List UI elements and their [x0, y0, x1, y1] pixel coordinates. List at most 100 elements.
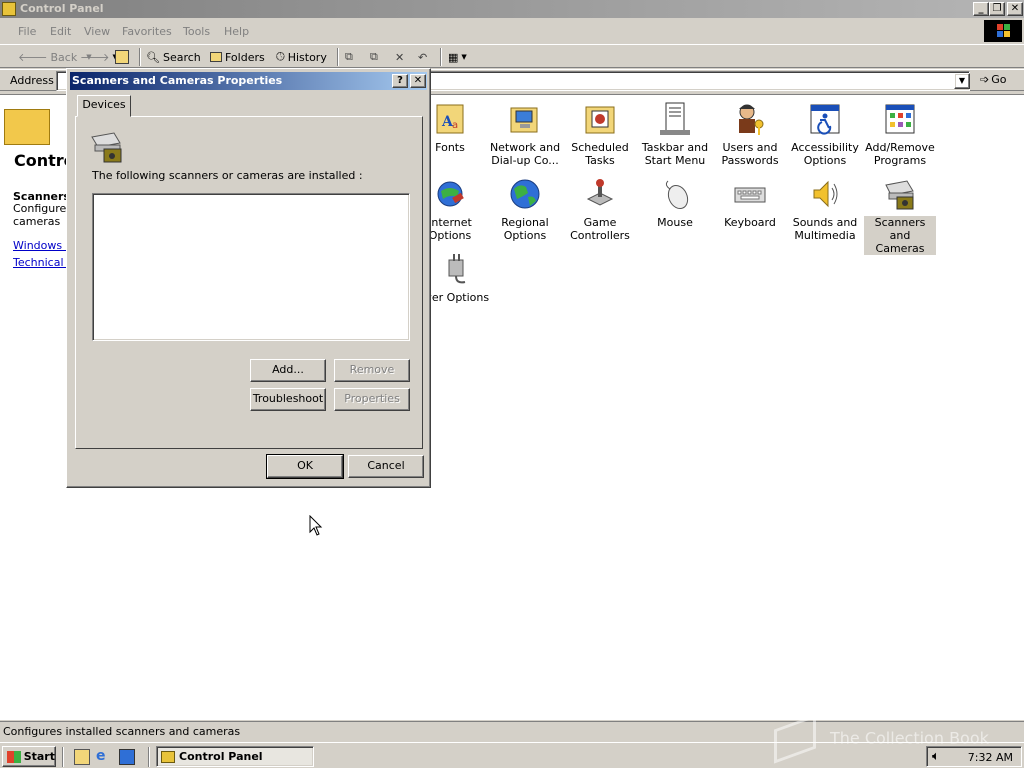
technical-support-link[interactable]: Technical S: [13, 256, 69, 269]
cp-item-label: Scanners and Cameras: [864, 216, 936, 255]
scanner-icon: [883, 177, 917, 211]
start-button[interactable]: Start: [2, 746, 56, 767]
menu-help[interactable]: Help: [224, 25, 249, 38]
cp-item-label: Game Controllers: [570, 216, 630, 242]
windows-update-link[interactable]: Windows U: [13, 239, 69, 252]
cp-item-network[interactable]: Network and Dial-up Co...: [489, 102, 561, 167]
internet-options-icon: [433, 177, 467, 211]
scanners-cameras-properties-dialog: Scanners and Cameras Properties ? ✕ Devi…: [66, 68, 431, 488]
cp-item-regional[interactable]: Regional Options: [489, 177, 561, 242]
webview-left-panel: Contro Scanners Configures cameras Windo…: [0, 95, 75, 720]
internet-explorer-icon[interactable]: e: [96, 749, 112, 765]
dialog-title: Scanners and Cameras Properties: [72, 74, 283, 87]
menu-bar: File Edit View Favorites Tools Help: [0, 20, 1024, 42]
folders-button[interactable]: Folders: [210, 49, 265, 65]
cp-item-sounds[interactable]: Sounds and Multimedia: [789, 177, 861, 242]
control-panel-folder-icon: [4, 109, 50, 145]
help-button[interactable]: ?: [392, 74, 408, 88]
cp-item-users[interactable]: Users and Passwords: [714, 102, 786, 167]
chevron-down-icon: ▼: [461, 53, 467, 61]
undo-icon: ↶: [418, 50, 428, 64]
taskbar-separator: [148, 747, 150, 767]
ok-button[interactable]: OK: [266, 454, 344, 479]
forward-arrow-icon: 🡒: [80, 51, 110, 64]
cp-item-accessibility[interactable]: Accessibility Options: [789, 102, 861, 167]
accessibility-icon: [808, 102, 842, 136]
svg-text:a: a: [452, 120, 458, 131]
troubleshoot-button[interactable]: Troubleshoot: [250, 388, 326, 411]
cp-item-scheduled-tasks[interactable]: Scheduled Tasks: [564, 102, 636, 167]
toolbar-separator: [440, 48, 442, 66]
go-button[interactable]: ➩ Go: [980, 73, 1006, 86]
add-button[interactable]: Add...: [250, 359, 326, 382]
cp-item-mouse[interactable]: Mouse: [639, 177, 711, 229]
selected-item-description: Configures cameras: [13, 202, 69, 228]
window-titlebar[interactable]: Control Panel _ ❐ ✕: [0, 0, 1024, 18]
up-folder-button[interactable]: [115, 49, 129, 65]
menu-edit[interactable]: Edit: [50, 25, 71, 38]
standard-toolbar: 🡐 Back ▼ 🡒 ▼ 🔍︎ Search Folders 🕓︎ Histor…: [0, 44, 1024, 68]
outlook-express-icon[interactable]: [119, 749, 135, 765]
copy-to-icon: ⧉: [370, 50, 378, 63]
cp-item-label: Sounds and Multimedia: [792, 216, 858, 242]
forward-button[interactable]: 🡒 ▼: [80, 49, 118, 65]
dialog-close-button[interactable]: ✕: [410, 74, 426, 88]
copy-to-button[interactable]: ⧉: [370, 49, 378, 65]
restore-button[interactable]: ❐: [989, 2, 1005, 16]
cp-item-taskbar[interactable]: Taskbar and Start Menu: [639, 102, 711, 167]
menu-favorites[interactable]: Favorites: [122, 25, 172, 38]
window-title: Control Panel: [20, 2, 104, 15]
cp-item-label: Regional Options: [501, 216, 549, 242]
search-button[interactable]: 🔍︎ Search: [146, 49, 201, 65]
cp-item-label: Network and Dial-up Co...: [489, 141, 561, 167]
status-text: Configures installed scanners and camera…: [3, 725, 241, 738]
go-arrow-icon: ➩: [980, 73, 990, 86]
control-panel-icon: [2, 2, 16, 16]
minimize-button[interactable]: _: [973, 2, 989, 16]
cp-item-label: Users and Passwords: [721, 141, 779, 167]
cancel-button[interactable]: Cancel: [348, 455, 424, 478]
cp-item-label: Mouse: [657, 216, 693, 229]
keyboard-icon: [733, 177, 767, 211]
delete-button[interactable]: ✕: [395, 49, 404, 65]
speaker-icon: [808, 177, 842, 211]
cp-item-scanners-cameras[interactable]: Scanners and Cameras: [864, 177, 936, 255]
history-icon: 🕓︎: [276, 50, 285, 63]
cp-item-keyboard[interactable]: Keyboard: [714, 177, 786, 229]
history-button[interactable]: 🕓︎ History: [276, 49, 327, 65]
menu-tools[interactable]: Tools: [183, 25, 210, 38]
cp-item-game-controllers[interactable]: Game Controllers: [564, 177, 636, 242]
undo-button[interactable]: ↶: [418, 49, 427, 65]
power-options-icon: [439, 252, 473, 286]
folders-icon: [210, 52, 222, 62]
taskbar-button-control-panel[interactable]: Control Panel: [156, 746, 314, 767]
users-icon: [733, 102, 767, 136]
scheduled-tasks-icon: [583, 102, 617, 136]
move-to-button[interactable]: ⧉: [345, 49, 353, 65]
address-label: Address: [10, 74, 54, 87]
close-button[interactable]: ✕: [1007, 2, 1023, 16]
tab-devices[interactable]: Devices: [77, 95, 131, 117]
views-button[interactable]: ▦ ▼: [448, 49, 467, 65]
remove-button[interactable]: Remove: [334, 359, 410, 382]
fonts-icon: Aa: [433, 102, 467, 136]
cp-item-add-remove[interactable]: Add/Remove Programs: [864, 102, 936, 167]
menu-file[interactable]: File: [18, 25, 36, 38]
toolbar-separator: [139, 48, 141, 66]
dialog-titlebar[interactable]: Scanners and Cameras Properties ? ✕: [70, 72, 427, 90]
address-dropdown-button[interactable]: ▼: [954, 73, 970, 89]
cp-item-label: Add/Remove Programs: [865, 141, 935, 167]
network-icon: [508, 102, 542, 136]
back-arrow-icon: 🡐: [18, 51, 48, 64]
watermark: The Collection Book: [774, 714, 989, 764]
delete-icon: ✕: [395, 50, 405, 64]
views-icon: ▦: [448, 50, 459, 64]
globe-icon: [508, 177, 542, 211]
add-remove-programs-icon: [883, 102, 917, 136]
properties-button[interactable]: Properties: [334, 388, 410, 411]
menu-view[interactable]: View: [84, 25, 110, 38]
device-list[interactable]: [92, 193, 410, 341]
show-desktop-icon[interactable]: [74, 749, 90, 765]
cp-item-label: Scheduled Tasks: [571, 141, 629, 167]
toolbar-separator: [337, 48, 339, 66]
